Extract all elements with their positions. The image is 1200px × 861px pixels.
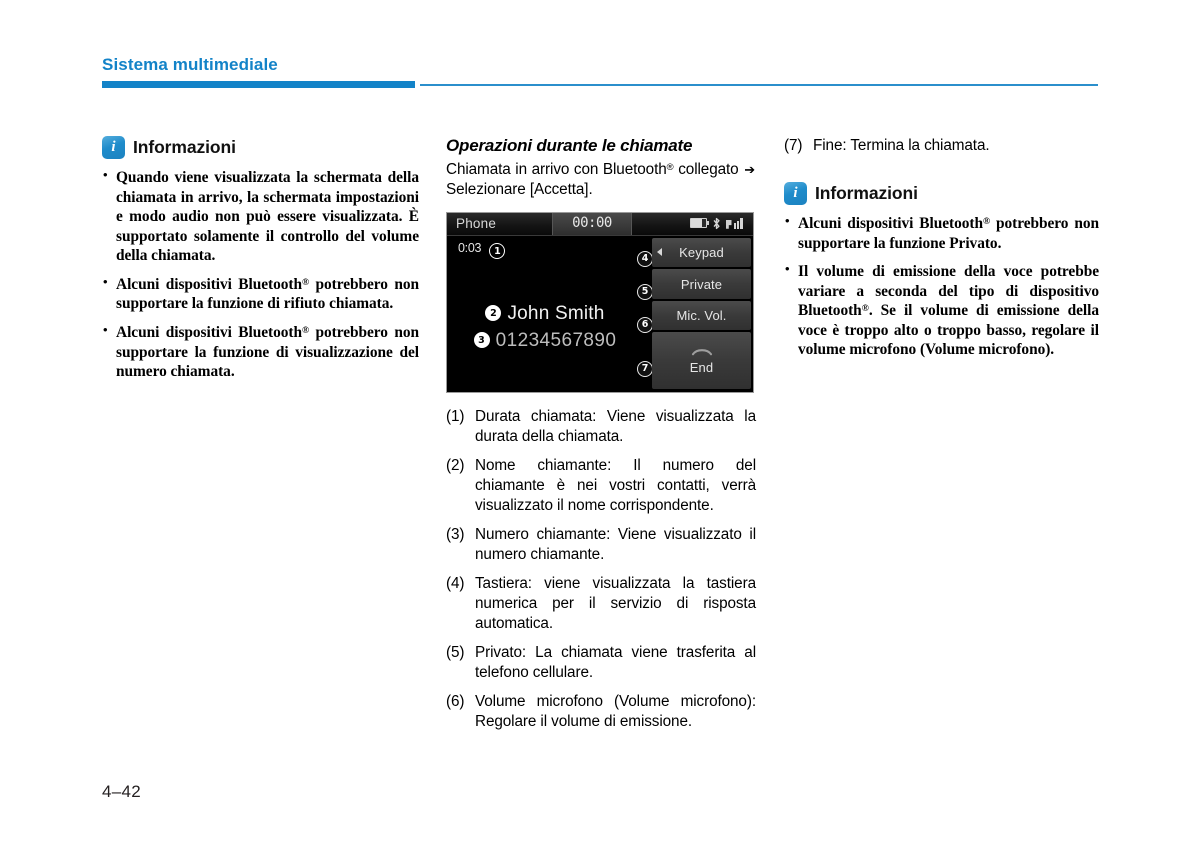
keypad-button-label: Keypad — [679, 244, 724, 260]
bullet-text-1: Il volume di emissione della voce potreb… — [798, 263, 1099, 359]
battery-icon — [689, 218, 709, 229]
list-item: (6) Volume microfono (Volume microfono):… — [446, 692, 756, 732]
item-marker-7: (7) — [784, 137, 803, 154]
list-item: (7) Fine: Termina la chiamata. — [784, 136, 1099, 156]
column-middle: Operazioni durante le chiamate Chiamata … — [446, 136, 756, 732]
call-duration-value: 0:03 — [458, 240, 482, 255]
item-text-3: Numero chiamante: Viene visualizzato il … — [475, 525, 756, 563]
item-text-4: Tastiera: viene visualizzata la tastiera… — [475, 574, 756, 632]
callout-marker-5: 5 — [637, 283, 653, 300]
info-box-header: i Informazioni — [784, 182, 1099, 206]
bullet-text-0: Alcuni dispositivi Bluetooth® potrebbero… — [798, 215, 1099, 252]
item-marker-5: (5) — [446, 644, 465, 661]
phone-caller-number-row: 3 01234567890 — [447, 330, 643, 352]
right-arrow-icon: ➔ — [744, 162, 755, 177]
phone-call-screen-figure: Phone 00:00 0:03 1 2 John Smith 3 012345… — [446, 211, 754, 393]
info-box-header: i Informazioni — [102, 136, 419, 159]
document-page: Sistema multimediale i Informazioni Quan… — [0, 0, 1200, 861]
info-box-title: Informazioni — [133, 137, 236, 157]
list-item: (5) Privato: La chiamata viene trasferit… — [446, 643, 756, 683]
intro-text-after: Selezionare [Accetta]. — [446, 181, 593, 199]
page-title: Sistema multimediale — [102, 55, 278, 74]
callout-marker-2: 2 — [485, 305, 502, 322]
item-marker-2: (2) — [446, 456, 465, 474]
page-number: 4–42 — [102, 782, 142, 801]
phone-caller-name-row: 2 John Smith — [447, 303, 643, 325]
callout-marker-7: 7 — [637, 360, 653, 377]
list-item: Alcuni dispositivi Bluetooth® potrebbero… — [102, 322, 419, 382]
item-text-1: Durata chiamata: Viene visualizzata la d… — [475, 407, 756, 445]
item-text-7: Fine: Termina la chiamata. — [813, 137, 990, 154]
phone-app-label: Phone — [456, 215, 497, 231]
bluetooth-icon — [713, 217, 720, 229]
item-marker-3: (3) — [446, 525, 465, 543]
header-rule-thin — [420, 84, 1098, 86]
list-item: (4) Tastiera: viene visualizzata la tast… — [446, 574, 756, 634]
mic-volume-button-label: Mic. Vol. — [676, 308, 727, 324]
chevron-left-icon — [657, 248, 662, 257]
info-icon-letter: i — [111, 138, 116, 155]
info-icon: i — [102, 136, 125, 159]
numbered-description-list: (1) Durata chiamata: Viene visualizzata … — [446, 407, 756, 732]
end-call-button[interactable]: End — [652, 332, 751, 389]
item-text-2: Nome chiamante: Il numero del chiamante … — [475, 456, 756, 514]
callout-marker-6: 6 — [637, 316, 653, 333]
keypad-button[interactable]: Keypad — [652, 237, 751, 268]
header-rule-thick — [102, 81, 415, 88]
signal-icon — [725, 218, 747, 229]
signal-phone-glyph — [725, 219, 732, 229]
list-item: Alcuni dispositivi Bluetooth® potrebbero… — [784, 213, 1099, 253]
end-call-button-label: End — [689, 359, 714, 375]
column-right: (7) Fine: Termina la chiamata. i Informa… — [784, 136, 1099, 360]
mic-volume-button[interactable]: Mic. Vol. — [652, 300, 751, 331]
item-text-6: Volume microfono (Volume microfono): Reg… — [475, 693, 756, 731]
private-button-label: Private — [680, 276, 723, 292]
phone-status-icons — [689, 217, 747, 230]
list-item: Quando viene visualizzata la schermata d… — [102, 167, 419, 266]
phone-caller-number: 01234567890 — [495, 329, 617, 351]
item-marker-1: (1) — [446, 407, 465, 425]
info-box-title: Informazioni — [815, 183, 918, 204]
list-item: Alcuni dispositivi Bluetooth® potrebbero… — [102, 274, 419, 314]
bullet-text-1: Alcuni dispositivi Bluetooth® potrebbero… — [116, 275, 419, 313]
info-icon: i — [784, 182, 807, 206]
list-item: (3) Numero chiamante: Viene visualizzato… — [446, 525, 756, 565]
info-icon-letter: i — [793, 184, 798, 201]
item-text-5: Privato: La chiamata viene trasferita al… — [475, 644, 756, 682]
list-item: Il volume di emissione della voce potreb… — [784, 261, 1099, 360]
column-left: i Informazioni Quando viene visualizzata… — [102, 136, 419, 382]
phone-status-bar: Phone 00:00 — [447, 212, 753, 236]
info-bullet-list: Alcuni dispositivi Bluetooth® potrebbero… — [784, 213, 1099, 360]
phone-button-panel: Keypad Private Mic. Vol. End — [652, 237, 751, 389]
phone-call-duration: 0:03 1 — [458, 240, 506, 260]
numbered-description-list-cont: (7) Fine: Termina la chiamata. — [784, 136, 1099, 156]
item-marker-4: (4) — [446, 574, 465, 592]
intro-paragraph: Chiamata in arrivo con Bluetooth® colleg… — [446, 160, 756, 201]
phone-caller-name: John Smith — [507, 302, 605, 324]
end-call-icon — [691, 348, 712, 355]
intro-text-before: Chiamata in arrivo con Bluetooth® colleg… — [446, 161, 739, 178]
info-bullet-list: Quando viene visualizzata la schermata d… — [102, 167, 419, 382]
section-heading: Operazioni durante le chiamate — [446, 136, 693, 155]
callout-marker-3: 3 — [473, 332, 490, 349]
bullet-text-0: Quando viene visualizzata la schermata d… — [116, 169, 419, 265]
bullet-text-2: Alcuni dispositivi Bluetooth® potrebbero… — [116, 323, 419, 381]
private-button[interactable]: Private — [652, 269, 751, 299]
callout-marker-4: 4 — [637, 250, 653, 267]
list-item: (2) Nome chiamante: Il numero del chiama… — [446, 456, 756, 516]
item-marker-6: (6) — [446, 693, 465, 711]
phone-clock: 00:00 — [572, 214, 612, 231]
phone-clock-box: 00:00 — [552, 212, 632, 235]
callout-marker-1: 1 — [489, 243, 506, 260]
page-header: Sistema multimediale — [102, 55, 1098, 95]
list-item: (1) Durata chiamata: Viene visualizzata … — [446, 407, 756, 447]
